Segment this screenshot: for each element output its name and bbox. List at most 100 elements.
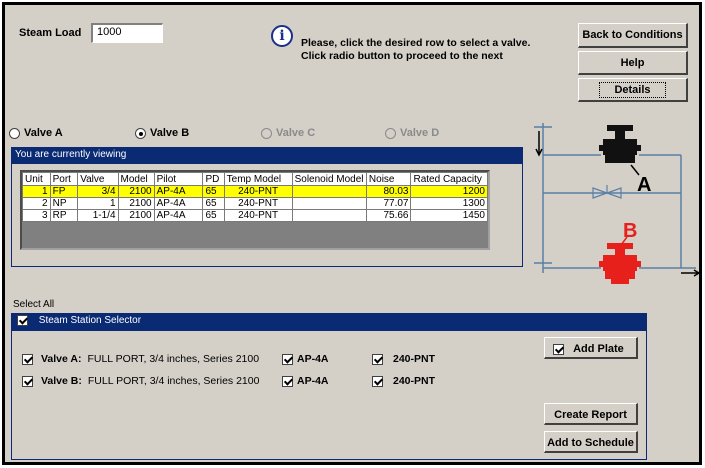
cell-rated-capacity: 1300: [410, 197, 488, 210]
radio-valve-b[interactable]: Valve B: [135, 127, 189, 139]
add-to-schedule-button[interactable]: Add to Schedule: [544, 431, 638, 453]
add-plate-label: Add Plate: [573, 343, 624, 355]
radio-valve-d: Valve D: [385, 127, 439, 139]
temp-a-checkbox[interactable]: [372, 353, 383, 365]
radio-dot: [261, 127, 272, 139]
temp-label: 240-PNT: [393, 375, 436, 387]
valve-b-checkbox[interactable]: [22, 375, 33, 387]
cell-temp-model: 240-PNT: [223, 209, 293, 222]
pilot-a-checkbox[interactable]: [282, 353, 293, 365]
info-text-line1: Please, click the desired row to select …: [301, 37, 531, 49]
valve-a-icon: [599, 125, 641, 163]
cell-pd: 65: [202, 197, 225, 210]
cell-noise: 80.03: [365, 185, 412, 198]
selection-row-a: Valve A: FULL PORT, 3/4 inches, Series 2…: [22, 353, 259, 365]
cell-model: 2100: [117, 185, 155, 198]
radio-label: Valve C: [276, 127, 316, 139]
radio-dot: [385, 127, 396, 139]
valve-a-checkbox[interactable]: [22, 353, 33, 365]
steam-load-input[interactable]: 1000: [91, 23, 163, 43]
pilot-b-checkbox[interactable]: [282, 375, 293, 387]
diagram-label-a: A: [637, 174, 651, 196]
temp-label: 240-PNT: [393, 353, 436, 365]
pilot-label: AP-4A: [297, 375, 329, 387]
cell-temp-model: 240-PNT: [223, 197, 293, 210]
temp-b: 240-PNT: [372, 375, 435, 387]
col-model[interactable]: Model: [117, 172, 155, 186]
help-button[interactable]: Help: [578, 51, 688, 75]
col-temp-model[interactable]: Temp Model: [223, 172, 293, 186]
cell-pd: 65: [202, 185, 225, 198]
table-header-row: Unit Port Valve Model Pilot PD Temp Mode…: [22, 172, 488, 186]
cell-valve: 1-1/4: [77, 209, 119, 222]
selector-title-bar: Steam Station Selector: [11, 313, 647, 330]
cell-temp-model: 240-PNT: [223, 185, 293, 198]
radio-label: Valve A: [24, 127, 63, 139]
col-pilot[interactable]: Pilot: [153, 172, 204, 186]
cell-model: 2100: [117, 197, 155, 210]
col-valve[interactable]: Valve: [77, 172, 119, 186]
back-to-conditions-button[interactable]: Back to Conditions: [578, 23, 688, 48]
select-all-label[interactable]: Select All: [13, 299, 54, 310]
col-port[interactable]: Port: [49, 172, 79, 186]
cell-pilot: AP-4A: [153, 185, 204, 198]
cell-port: RP: [49, 209, 79, 222]
selection-desc: FULL PORT, 3/4 inches, Series 2100: [87, 375, 260, 387]
pilot-label: AP-4A: [297, 353, 329, 365]
col-pd[interactable]: PD: [202, 172, 225, 186]
selection-desc: FULL PORT, 3/4 inches, Series 2100: [87, 353, 260, 365]
cell-unit: 3: [22, 209, 51, 222]
cell-rated-capacity: 1200: [410, 185, 488, 198]
viewing-title-bar: You are currently viewing: [11, 147, 523, 163]
cell-valve: 3/4: [77, 185, 119, 198]
radio-label: Valve B: [150, 127, 190, 139]
cell-valve: 1: [77, 197, 119, 210]
viewing-panel: Unit Port Valve Model Pilot PD Temp Mode…: [11, 163, 523, 267]
cell-noise: 77.07: [365, 197, 412, 210]
selection-valve-label: Valve B:: [41, 375, 82, 387]
add-plate-checkbox[interactable]: [553, 343, 564, 355]
cell-unit: 1: [22, 185, 51, 198]
cell-pd: 65: [202, 209, 225, 222]
pilot-a: AP-4A: [282, 353, 329, 365]
selection-valve-label: Valve A:: [41, 353, 82, 365]
selection-row-b: Valve B: FULL PORT, 3/4 inches, Series 2…: [22, 375, 259, 387]
table-row[interactable]: 2 NP 1 2100 AP-4A 65 240-PNT 77.07 1300: [22, 197, 488, 210]
cell-noise: 75.66: [365, 209, 412, 222]
temp-a: 240-PNT: [372, 353, 435, 365]
cell-solenoid-model: [291, 197, 367, 210]
temp-b-checkbox[interactable]: [372, 375, 383, 387]
cell-solenoid-model: [291, 185, 367, 198]
bypass-valve-icon: [592, 185, 622, 199]
col-unit[interactable]: Unit: [22, 172, 51, 186]
valve-table-container: Unit Port Valve Model Pilot PD Temp Mode…: [20, 170, 490, 250]
col-solenoid-model[interactable]: Solenoid Model: [291, 172, 367, 186]
pilot-b: AP-4A: [282, 375, 329, 387]
create-report-button[interactable]: Create Report: [544, 403, 638, 425]
steam-station-diagram: A B: [534, 123, 701, 284]
cell-pilot: AP-4A: [153, 209, 204, 222]
valve-table: Unit Port Valve Model Pilot PD Temp Mode…: [22, 172, 488, 222]
cell-pilot: AP-4A: [153, 197, 204, 210]
steam-load-label: Steam Load: [19, 27, 82, 39]
table-row[interactable]: 1 FP 3/4 2100 AP-4A 65 240-PNT 80.03 120…: [22, 185, 488, 198]
info-text-line2: Click radio button to proceed to the nex…: [301, 50, 503, 62]
table-row[interactable]: 3 RP 1-1/4 2100 AP-4A 65 240-PNT 75.66 1…: [22, 209, 488, 222]
radio-dot: [135, 127, 146, 139]
main-window: Steam Load 1000 i Please, click the desi…: [2, 2, 702, 465]
add-plate-button[interactable]: Add Plate: [544, 337, 638, 359]
radio-valve-a[interactable]: Valve A: [9, 127, 63, 139]
cell-rated-capacity: 1450: [410, 209, 488, 222]
valve-b-icon: [599, 243, 641, 284]
details-button[interactable]: Details: [578, 78, 688, 102]
select-all-checkbox[interactable]: [17, 315, 28, 326]
radio-valve-c: Valve C: [261, 127, 315, 139]
cell-model: 2100: [117, 209, 155, 222]
selector-panel: Valve A: FULL PORT, 3/4 inches, Series 2…: [11, 330, 647, 460]
col-rated-capacity[interactable]: Rated Capacity: [410, 172, 488, 186]
info-icon: i: [271, 25, 293, 47]
col-noise[interactable]: Noise: [365, 172, 412, 186]
cell-solenoid-model: [291, 209, 367, 222]
cell-unit: 2: [22, 197, 51, 210]
radio-dot: [9, 127, 20, 139]
